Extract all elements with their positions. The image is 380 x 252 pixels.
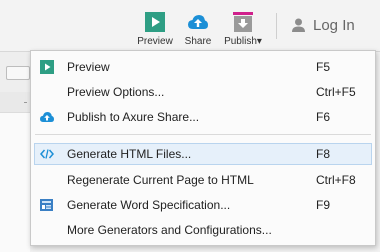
preview-toolbar-label: Preview (137, 36, 173, 47)
menu-item-regenerate-current-page[interactable]: Regenerate Current Page to HTML Ctrl+F8 (34, 169, 372, 191)
menu-item-shortcut: F8 (316, 147, 331, 161)
share-toolbar-button[interactable]: Share (181, 12, 215, 50)
play-icon (145, 12, 165, 32)
publish-toolbar-button[interactable]: Publish▾ (223, 12, 263, 50)
menu-item-shortcut: F5 (316, 60, 331, 74)
toolbar-divider (276, 13, 277, 39)
login-button[interactable]: Log In (292, 15, 355, 35)
menu-item-preview-options[interactable]: Preview Options... Ctrl+F5 (34, 81, 372, 103)
menu-item-preview[interactable]: Preview F5 (34, 56, 372, 78)
preview-toolbar-button[interactable]: Preview (137, 12, 173, 50)
menu-item-shortcut: Ctrl+F5 (316, 85, 356, 99)
menu-item-label: Preview (67, 60, 110, 74)
menu-item-label: More Generators and Configurations... (67, 223, 272, 237)
menu-item-generate-word-specification[interactable]: Generate Word Specification... F9 (34, 194, 372, 216)
menu-item-label: Publish to Axure Share... (67, 110, 200, 124)
menu-item-more-generators[interactable]: More Generators and Configurations... (34, 219, 372, 241)
play-icon (40, 60, 54, 74)
menu-item-label: Regenerate Current Page to HTML (67, 173, 254, 187)
menu-item-publish-to-axure-share[interactable]: Publish to Axure Share... F6 (34, 106, 372, 128)
design-canvas[interactable] (0, 112, 30, 252)
menu-item-label: Generate Word Specification... (67, 198, 231, 212)
code-icon (40, 149, 54, 159)
publish-download-icon (233, 12, 253, 32)
cloud-upload-icon (188, 15, 208, 29)
publish-dropdown-menu: Preview F5 Preview Options... Ctrl+F5 Pu… (30, 50, 376, 246)
publish-label-text: Publish (224, 36, 257, 47)
menu-separator (35, 134, 371, 135)
menu-item-shortcut: Ctrl+F8 (316, 173, 356, 187)
toolbar: Preview Share Publish▾ Log In (0, 0, 380, 52)
user-icon (292, 18, 305, 32)
login-label: Log In (313, 16, 355, 34)
menu-item-shortcut: F6 (316, 110, 331, 124)
menu-item-label: Generate HTML Files... (67, 147, 192, 161)
menu-item-generate-html-files[interactable]: Generate HTML Files... F8 (34, 143, 372, 165)
ruler-tick (24, 102, 27, 103)
menu-item-label: Preview Options... (67, 85, 165, 99)
chevron-down-icon: ▾ (256, 36, 262, 47)
page-tab[interactable] (6, 66, 30, 80)
cloud-upload-icon (40, 112, 54, 122)
publish-toolbar-label: Publish▾ (224, 36, 262, 47)
share-toolbar-label: Share (184, 36, 212, 47)
menu-item-shortcut: F9 (316, 198, 331, 212)
document-icon (40, 199, 53, 211)
